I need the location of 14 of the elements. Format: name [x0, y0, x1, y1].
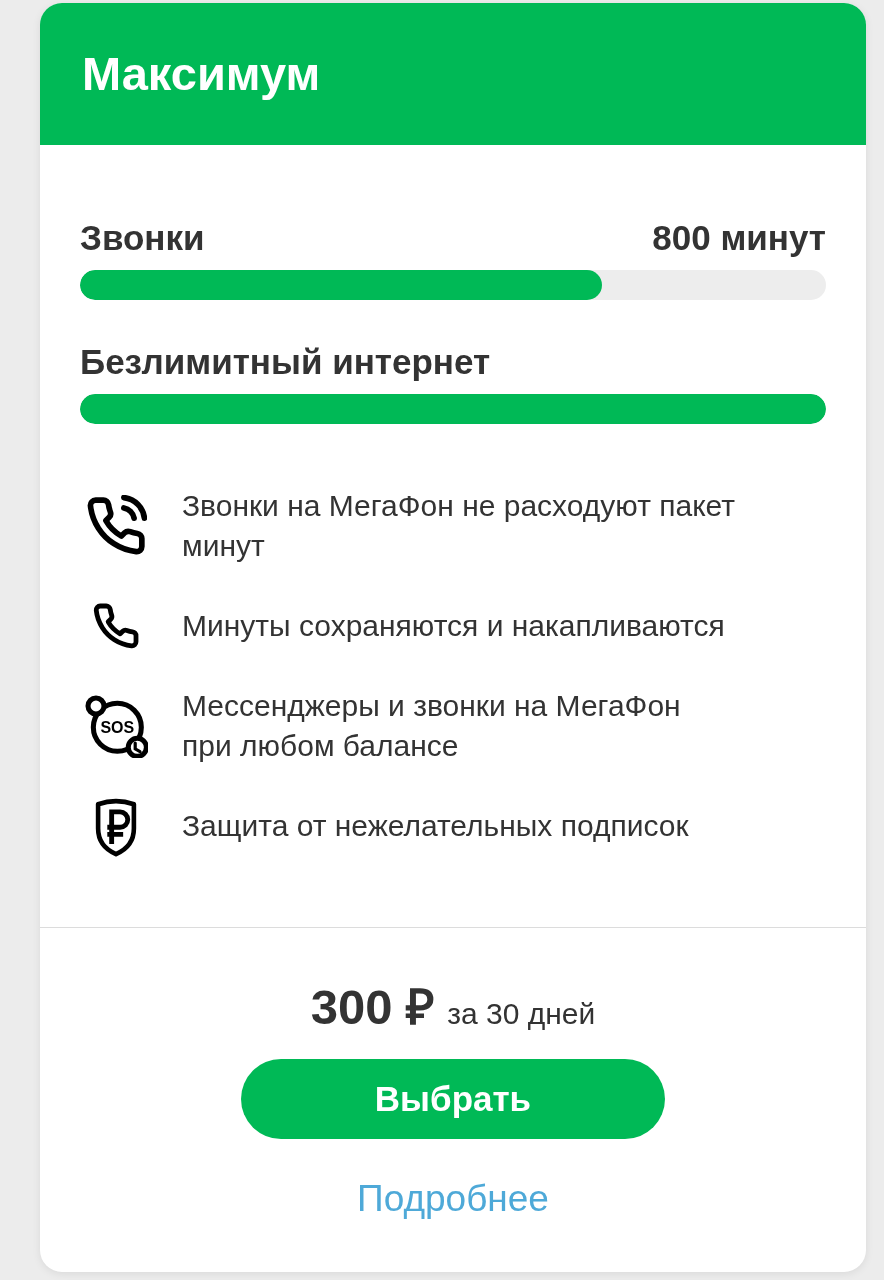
allowance-label: Звонки — [80, 218, 205, 258]
feature-text: Мессенджеры и звонки на МегаФон при любом балансе — [182, 688, 681, 764]
details-link[interactable]: Подробнее — [357, 1179, 549, 1219]
phone-icon — [92, 602, 140, 650]
feature-text: Звонки на МегаФон не расходуют пакет минут — [182, 488, 737, 564]
price-period: за 30 дней — [447, 996, 596, 1032]
feature-text: Минуты сохраняются и накапливаются — [182, 608, 725, 644]
tariff-title: Максимум — [82, 47, 321, 101]
allowance-label: Безлимитный интернет — [80, 342, 491, 382]
price-amount: 300 ₽ — [310, 979, 436, 1035]
phone-signal-icon — [85, 495, 147, 557]
allowance-amount: 800 минут — [652, 218, 826, 258]
feature-text: Защита от нежелательных подписок — [182, 808, 689, 844]
select-button[interactable]: Выбрать — [241, 1059, 665, 1139]
